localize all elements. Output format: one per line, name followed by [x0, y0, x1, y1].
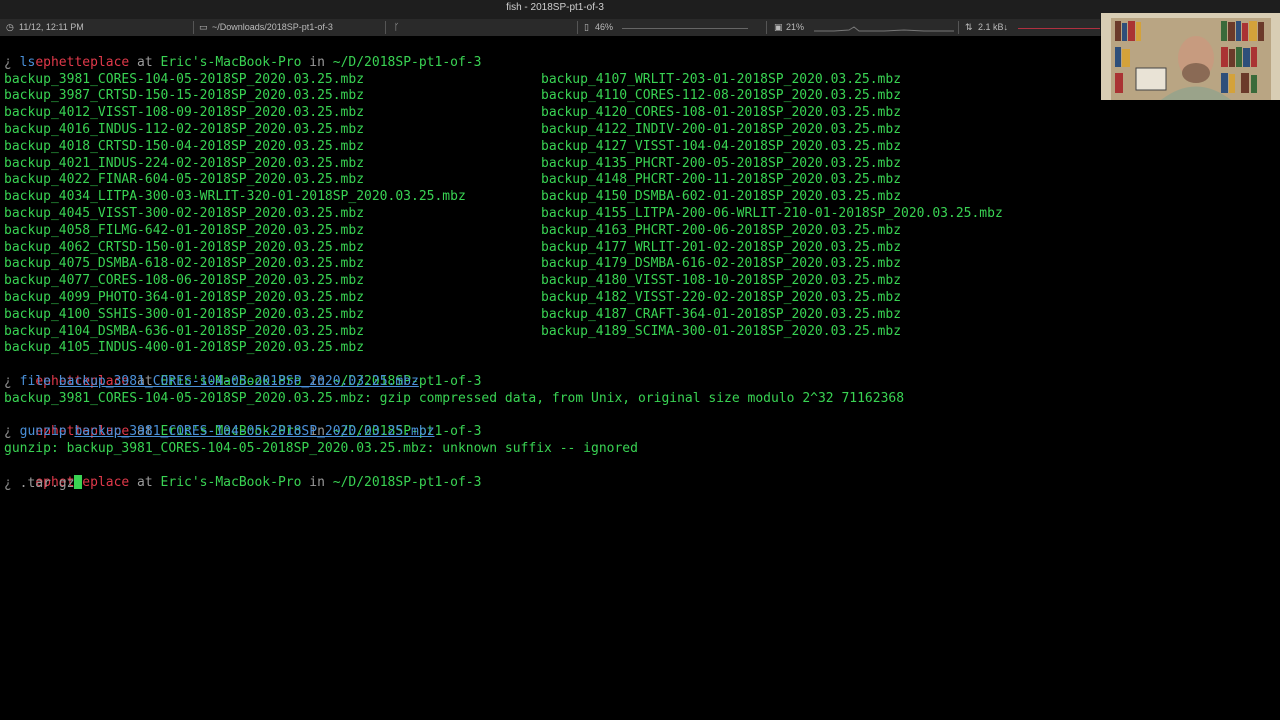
file-list-item: backup_4045_VISST-300-02-2018SP_2020.03.…: [4, 205, 365, 221]
folder-icon: ▭: [199, 22, 208, 32]
gunzip-argument[interactable]: backup_3981_CORES-104-05-2018SP_2020.03.…: [74, 424, 434, 439]
file-list-item: backup_4062_CRTSD-150-01-2018SP_2020.03.…: [4, 239, 365, 255]
file-list-item: backup_4135_PHCRT-200-05-2018SP_2020.03.…: [541, 155, 902, 171]
divider: [958, 21, 959, 34]
battery-meter: [622, 28, 748, 29]
command-gunzip: gunzip: [19, 424, 67, 440]
file-list-item: backup_4077_CORES-108-06-2018SP_2020.03.…: [4, 273, 365, 289]
cpu-icon: ▣: [774, 22, 783, 32]
file-list-item: backup_4016_INDUS-112-02-2018SP_2020.03.…: [4, 121, 365, 137]
file-list-item: backup_4150_DSMBA-602-01-2018SP_2020.03.…: [541, 189, 902, 205]
file-list-item: backup_4058_FILMG-642-01-2018SP_2020.03.…: [4, 222, 365, 238]
file-list-item: backup_4110_CORES-112-08-2018SP_2020.03.…: [541, 88, 902, 104]
file-list-item: backup_4107_WRLIT-203-01-2018SP_2020.03.…: [541, 71, 902, 87]
file-list-item: backup_3987_CRTSD-150-15-2018SP_2020.03.…: [4, 88, 365, 104]
battery-text: 46%: [595, 22, 614, 32]
webcam-overlay: [1101, 13, 1280, 100]
file-list-item: backup_4075_DSMBA-618-02-2018SP_2020.03.…: [4, 256, 365, 272]
text-cursor: [74, 474, 83, 489]
file-list-item: backup_4021_INDUS-224-02-2018SP_2020.03.…: [4, 155, 365, 171]
prompt-path: ~/D/2018SP-pt1-of-3: [332, 54, 482, 70]
file-list-item: backup_4099_PHOTO-364-01-2018SP_2020.03.…: [4, 289, 365, 305]
network-icon: ⇅: [965, 22, 973, 32]
file-list-item: backup_4180_VISST-108-10-2018SP_2020.03.…: [541, 273, 902, 289]
folder-path: ~/Downloads/2018SP-pt1-of-3: [212, 22, 333, 32]
file-list-item: backup_4179_DSMBA-616-02-2018SP_2020.03.…: [541, 256, 902, 272]
file-list-item: backup_4177_WRLIT-201-02-2018SP_2020.03.…: [541, 239, 902, 255]
prompt-host: Eric's-MacBook-Pro: [160, 54, 302, 70]
file-list-col1: backup_3981_CORES-104-05-2018SP_2020.03.…: [4, 72, 466, 358]
gunzip-output: gunzip: backup_3981_CORES-104-05-2018SP_…: [4, 441, 638, 457]
file-list-col2: backup_4107_WRLIT-203-01-2018SP_2020.03.…: [541, 72, 1003, 341]
window-titlebar: fish - 2018SP-pt1-of-3 ◷ 11/12, 12:11 PM…: [0, 0, 1280, 36]
file-list-item: backup_4100_SSHIS-300-01-2018SP_2020.03.…: [4, 306, 365, 322]
file-list-item: backup_4012_VISST-108-09-2018SP_2020.03.…: [4, 105, 365, 121]
clock-icon: ◷: [6, 22, 14, 32]
file-list-item: backup_4182_VISST-220-02-2018SP_2020.03.…: [541, 289, 902, 305]
current-input[interactable]: .tar.gz: [20, 476, 75, 491]
file-list-item: backup_4148_PHCRT-200-11-2018SP_2020.03.…: [541, 172, 902, 188]
network-meter: [1018, 28, 1100, 29]
webcam-image: [1101, 13, 1280, 100]
cpu-text: 21%: [786, 22, 805, 32]
git-branch-icon: ᚴ: [394, 22, 400, 32]
file-output: backup_3981_CORES-104-05-2018SP_2020.03.…: [4, 390, 905, 406]
file-list-item: backup_4120_CORES-108-01-2018SP_2020.03.…: [541, 105, 902, 121]
command-line: ¿ file backup_3981_CORES-104-05-2018SP_2…: [4, 374, 419, 389]
battery-icon: ▯: [584, 22, 589, 32]
file-list-item: backup_4127_VISST-104-04-2018SP_2020.03.…: [541, 138, 902, 154]
file-list-item: backup_3981_CORES-104-05-2018SP_2020.03.…: [4, 71, 365, 87]
file-list-item: backup_4018_CRTSD-150-04-2018SP_2020.03.…: [4, 138, 365, 154]
network-text: 2.1 kB↓: [978, 22, 1009, 32]
cpu-graph: [814, 26, 954, 32]
file-list-item: backup_4034_LITPA-300-03-WRLIT-320-01-20…: [4, 189, 466, 205]
divider: [766, 21, 767, 34]
clock-text: 11/12, 12:11 PM: [19, 22, 84, 32]
command-ls: ls: [19, 54, 36, 70]
status-bar: ◷ 11/12, 12:11 PM ▭ ~/Downloads/2018SP-p…: [0, 19, 1100, 36]
file-list-item: backup_4189_SCIMA-300-01-2018SP_2020.03.…: [541, 323, 902, 339]
file-list-item: backup_4104_DSMBA-636-01-2018SP_2020.03.…: [4, 323, 365, 339]
file-list-item: backup_4022_FINAR-604-05-2018SP_2020.03.…: [4, 172, 365, 188]
divider: [577, 21, 578, 34]
prompt-user: ephetteplace: [35, 54, 130, 70]
file-list-item: backup_4122_INDIV-200-01-2018SP_2020.03.…: [541, 121, 902, 137]
file-list-item: backup_4163_PHCRT-200-06-2018SP_2020.03.…: [541, 222, 902, 238]
command-file: file: [19, 374, 51, 389]
divider: [193, 21, 194, 34]
file-list-item: backup_4105_INDUS-400-01-2018SP_2020.03.…: [4, 340, 365, 356]
divider: [385, 21, 386, 34]
file-list-item: backup_4187_CRAFT-364-01-2018SP_2020.03.…: [541, 306, 902, 322]
file-list-item: backup_4155_LITPA-200-06-WRLIT-210-01-20…: [541, 205, 1003, 221]
command-line: ¿ ls: [4, 54, 36, 70]
window-title: fish - 2018SP-pt1-of-3: [506, 2, 604, 13]
command-input-line[interactable]: ¿ .tar.gz: [4, 474, 83, 493]
file-argument[interactable]: backup_3981_CORES-104-05-2018SP_2020.03.…: [59, 374, 419, 389]
command-line: ¿ gunzip backup_3981_CORES-104-05-2018SP…: [4, 424, 435, 440]
